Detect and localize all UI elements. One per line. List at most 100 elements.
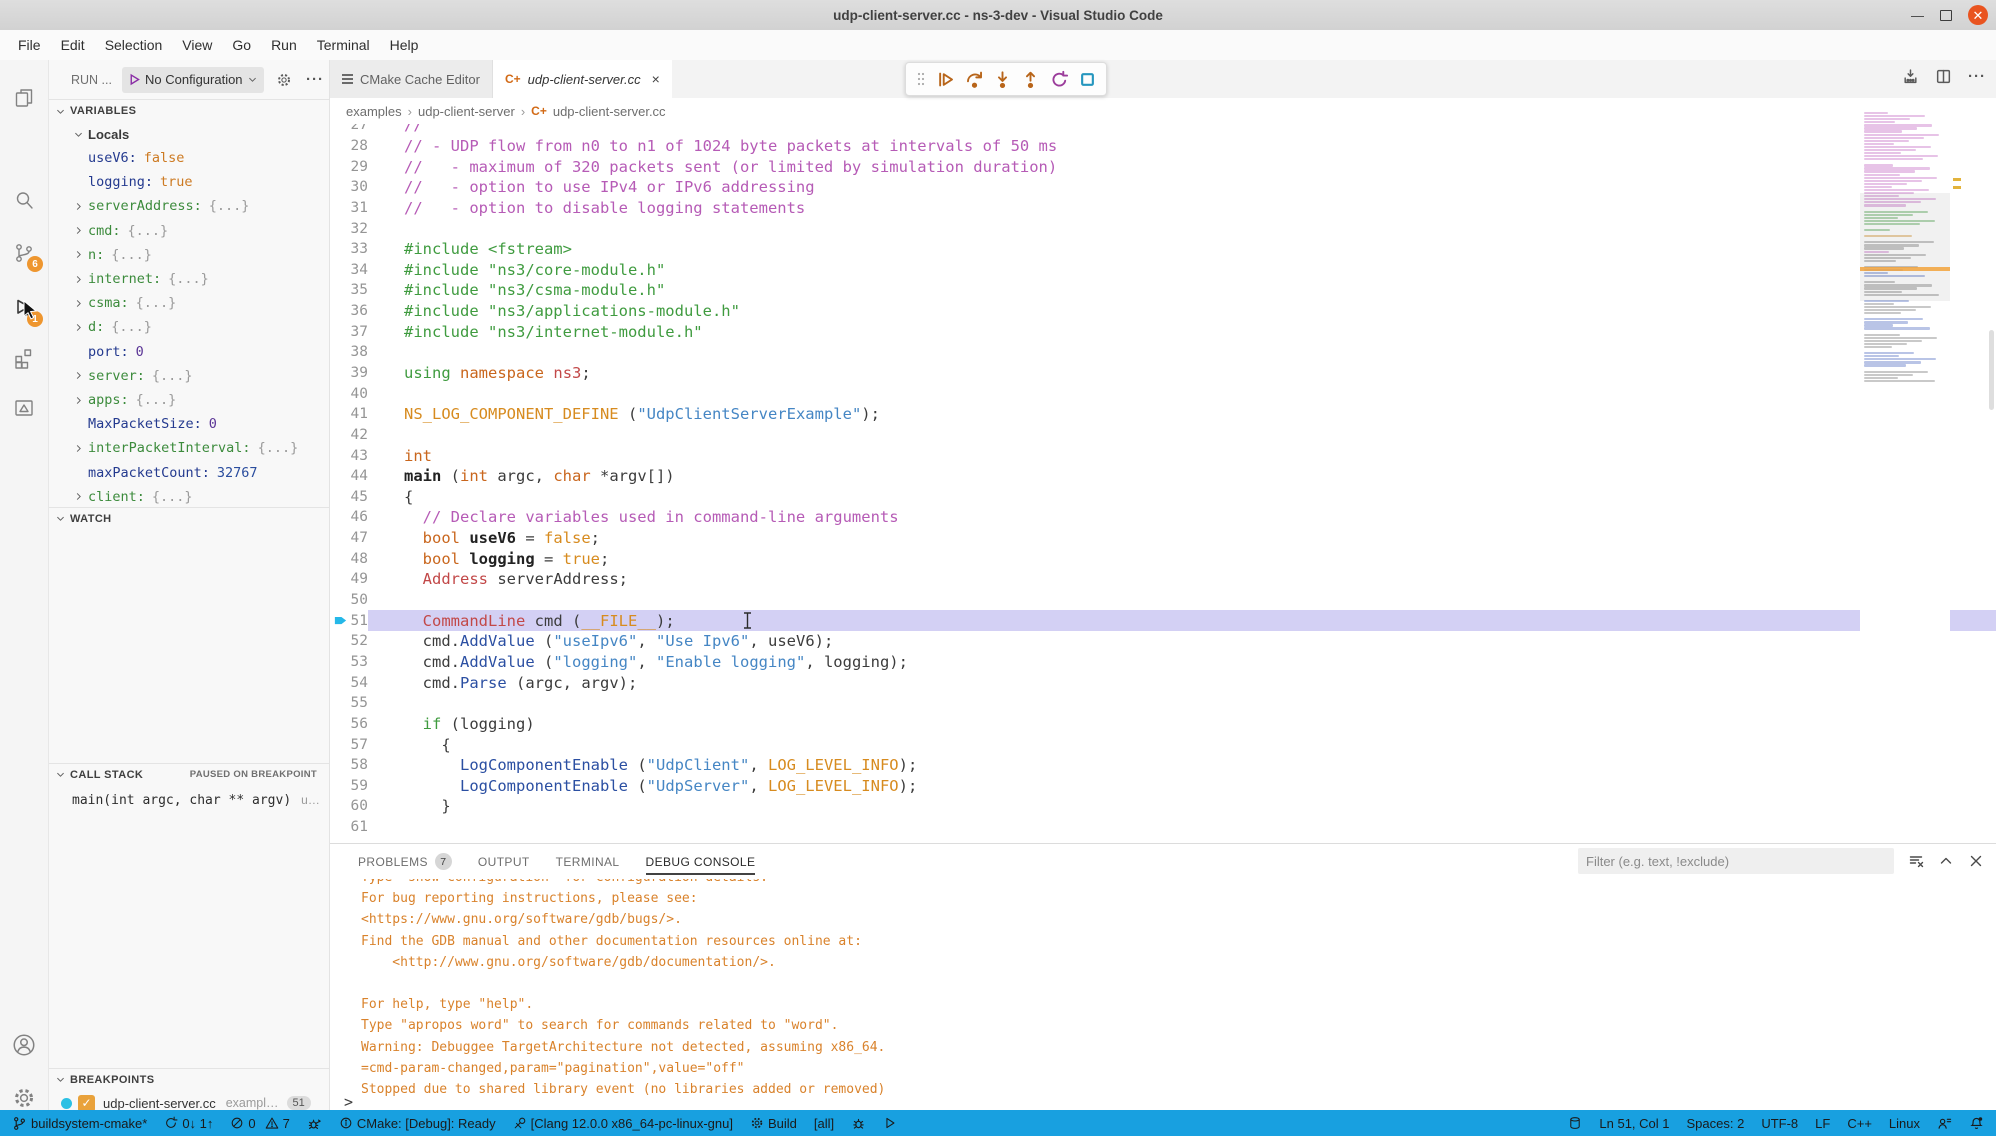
continue-icon[interactable]	[936, 70, 955, 89]
stack-frame-row[interactable]: main(int argc, char ** argv) u…	[49, 788, 329, 812]
code-line[interactable]: 53 cmd.AddValue ("logging", "Enable logg…	[330, 652, 1996, 673]
code-line[interactable]: 37#include "ns3/internet-module.h"	[330, 321, 1996, 342]
minimap-slider[interactable]	[1860, 193, 1950, 302]
cmake-kit[interactable]: [Clang 12.0.0 x86_64-pc-linux-gnu]	[513, 1116, 733, 1131]
code-line[interactable]: 60 }	[330, 796, 1996, 817]
code-line[interactable]: 58 LogComponentEnable ("UdpClient", LOG_…	[330, 755, 1996, 776]
start-debug-icon[interactable]	[128, 73, 141, 86]
code-line[interactable]: 34#include "ns3/core-module.h"	[330, 259, 1996, 280]
code-line[interactable]: 49 Address serverAddress;	[330, 569, 1996, 590]
editor-scrollbar[interactable]	[1989, 330, 1994, 410]
minimap[interactable]	[1860, 112, 1950, 762]
branch-status[interactable]: buildsystem-cmake*	[12, 1116, 147, 1131]
sidebar-item-explorer[interactable]	[0, 74, 48, 122]
close-icon[interactable]: ✕	[1968, 5, 1988, 25]
code-line[interactable]: 32	[330, 218, 1996, 239]
code-line[interactable]: 56 if (logging)	[330, 714, 1996, 735]
code-line[interactable]: 59 LogComponentEnable ("UdpServer", LOG_…	[330, 776, 1996, 797]
breadcrumb-item[interactable]: examples	[346, 104, 402, 119]
menu-item-help[interactable]: Help	[380, 30, 429, 60]
tab-close-icon[interactable]: ×	[652, 71, 660, 87]
cmake-debug-button[interactable]	[851, 1116, 866, 1131]
breadcrumb-item[interactable]: udp-client-server.cc	[553, 104, 666, 119]
menu-item-run[interactable]: Run	[261, 30, 307, 60]
panel-tab-problems[interactable]: PROBLEMS7	[358, 844, 452, 879]
chevron-right-icon[interactable]	[73, 225, 84, 236]
breadcrumb-item[interactable]: udp-client-server	[418, 104, 515, 119]
menu-item-terminal[interactable]: Terminal	[307, 30, 380, 60]
debug-settings-gear-icon[interactable]	[276, 72, 292, 88]
code-line[interactable]: 61	[330, 817, 1996, 838]
code-line[interactable]: 31// - option to disable logging stateme…	[330, 198, 1996, 219]
code-line[interactable]: 51 CommandLine cmd (__FILE__);	[330, 610, 1996, 631]
code-line[interactable]: 46 // Declare variables used in command-…	[330, 507, 1996, 528]
cmake-build-button[interactable]: Build	[750, 1116, 797, 1131]
variable-row[interactable]: apps:{...}	[49, 388, 329, 412]
debug-console-output[interactable]: Type "show configuration" for configurat…	[331, 879, 1996, 1110]
close-panel-icon[interactable]	[1968, 853, 1984, 869]
variable-row[interactable]: logging:true	[49, 170, 329, 194]
menu-item-file[interactable]: File	[8, 30, 51, 60]
code-line[interactable]: 27//	[330, 124, 1996, 136]
menu-item-selection[interactable]: Selection	[95, 30, 173, 60]
step-into-icon[interactable]	[993, 70, 1012, 89]
language-mode[interactable]: C++	[1847, 1116, 1872, 1131]
variable-row[interactable]: internet:{...}	[49, 267, 329, 291]
locals-scope-row[interactable]: Locals	[49, 122, 329, 146]
variable-row[interactable]: useV6:false	[49, 146, 329, 170]
gutter-slot[interactable]	[330, 613, 350, 628]
code-line[interactable]: 30// - option to use IPv4 or IPv6 addres…	[330, 177, 1996, 198]
sidebar-item-search[interactable]	[0, 176, 48, 224]
cursor-position[interactable]: Ln 51, Col 1	[1599, 1116, 1669, 1131]
collapse-panel-icon[interactable]	[1938, 853, 1954, 869]
variables-section-header[interactable]: VARIABLES	[49, 100, 329, 122]
sync-status[interactable]: 0↓ 1↑	[164, 1116, 213, 1131]
cmake-status[interactable]: CMake: [Debug]: Ready	[339, 1116, 496, 1131]
code-line[interactable]: 43int	[330, 445, 1996, 466]
code-line[interactable]: 54 cmd.Parse (argc, argv);	[330, 672, 1996, 693]
code-line[interactable]: 52 cmd.AddValue ("useIpv6", "Use Ipv6", …	[330, 631, 1996, 652]
remote-db-status[interactable]	[1568, 1116, 1582, 1130]
cmake-launch-button[interactable]	[883, 1116, 897, 1130]
code-line[interactable]: 45{	[330, 487, 1996, 508]
code-line[interactable]: 38	[330, 342, 1996, 363]
code-line[interactable]: 55	[330, 693, 1996, 714]
code-line[interactable]: 44main (int argc, char *argv[])	[330, 466, 1996, 487]
activate-breakpoints-icon[interactable]	[1902, 68, 1919, 85]
chevron-right-icon[interactable]	[73, 274, 84, 285]
menu-item-view[interactable]: View	[172, 30, 222, 60]
chevron-right-icon[interactable]	[73, 370, 84, 381]
feedback-button[interactable]	[1937, 1116, 1952, 1131]
code-line[interactable]: 48 bool logging = true;	[330, 548, 1996, 569]
variable-row[interactable]: cmd:{...}	[49, 219, 329, 243]
chevron-right-icon[interactable]	[73, 249, 84, 260]
chevron-right-icon[interactable]	[73, 322, 84, 333]
variable-row[interactable]: interPacketInterval:{...}	[49, 436, 329, 460]
sidebar-item-extensions[interactable]	[0, 334, 48, 382]
panel-tab-debug-console[interactable]: DEBUG CONSOLE	[646, 844, 756, 879]
breakpoints-section-header[interactable]: BREAKPOINTS	[49, 1068, 329, 1090]
account-button[interactable]	[0, 1021, 48, 1069]
code-line[interactable]: 33#include <fstream>	[330, 239, 1996, 260]
step-out-icon[interactable]	[1021, 70, 1040, 89]
code-line[interactable]: 36#include "ns3/applications-module.h"	[330, 301, 1996, 322]
more-actions-icon[interactable]: ···	[306, 71, 324, 88]
toolbar-drag-handle[interactable]	[915, 71, 927, 87]
menu-item-edit[interactable]: Edit	[51, 30, 95, 60]
breakpoint-checkbox[interactable]: ✓	[78, 1095, 95, 1111]
chevron-right-icon[interactable]	[73, 201, 84, 212]
clear-console-icon[interactable]	[1908, 853, 1924, 869]
console-prompt[interactable]: >	[344, 1093, 353, 1110]
split-editor-icon[interactable]	[1935, 68, 1952, 85]
breakpoint-row[interactable]: ✓ udp-client-server.cc exampl… 51	[49, 1091, 329, 1110]
chevron-right-icon[interactable]	[73, 491, 84, 502]
console-filter-input[interactable]	[1578, 848, 1894, 874]
restart-icon[interactable]	[1050, 70, 1069, 89]
maximize-icon[interactable]	[1940, 10, 1952, 21]
stop-icon[interactable]	[1078, 70, 1097, 89]
variable-row[interactable]: port:0	[49, 340, 329, 364]
code-line[interactable]: 29// - maximum of 320 packets sent (or l…	[330, 156, 1996, 177]
watch-section-header[interactable]: WATCH	[49, 507, 329, 529]
variable-row[interactable]: serverAddress:{...}	[49, 194, 329, 218]
code-editor[interactable]: 27//28// - UDP flow from n0 to n1 of 102…	[330, 124, 1996, 843]
